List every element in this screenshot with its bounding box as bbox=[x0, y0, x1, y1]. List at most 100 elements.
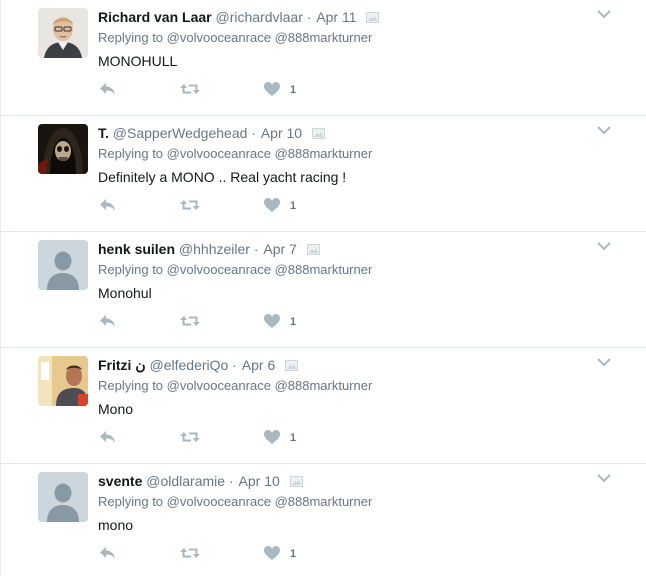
retweet-icon bbox=[180, 432, 200, 442]
default-avatar-icon bbox=[38, 472, 88, 522]
author-name[interactable]: Richard van Laar bbox=[98, 9, 212, 25]
heart-icon bbox=[264, 198, 280, 212]
avatar[interactable] bbox=[38, 240, 88, 290]
reply-button[interactable] bbox=[98, 544, 118, 564]
tweet[interactable]: T. @SapperWedgehead · Apr 10 Replying to… bbox=[1, 116, 646, 232]
chevron-down-icon[interactable] bbox=[596, 356, 612, 368]
heart-icon bbox=[264, 546, 280, 560]
replying-to-label: Replying to bbox=[98, 262, 164, 277]
reply-mention-volvooceanrace[interactable]: @volvooceanrace bbox=[167, 30, 271, 45]
reply-mention-volvooceanrace[interactable]: @volvooceanrace bbox=[167, 494, 271, 509]
reply-mention-volvooceanrace[interactable]: @volvooceanrace bbox=[167, 262, 271, 277]
default-avatar-icon bbox=[38, 240, 88, 290]
reply-mention-888markturner[interactable]: @888markturner bbox=[275, 378, 373, 393]
reply-mention-888markturner[interactable]: @888markturner bbox=[275, 494, 373, 509]
avatar[interactable] bbox=[38, 124, 88, 174]
tweet-header: Fritzi ن @elfederiQo · Apr 6 bbox=[98, 356, 299, 374]
retweet-button[interactable] bbox=[179, 196, 201, 216]
heart-icon bbox=[264, 82, 280, 96]
tweet-header: Richard van Laar @richardvlaar · Apr 11 bbox=[98, 8, 380, 26]
placeholder-image-icon bbox=[285, 360, 299, 371]
avatar[interactable] bbox=[38, 472, 88, 522]
separator: · bbox=[228, 473, 234, 489]
retweet-icon bbox=[180, 200, 200, 210]
tweet[interactable]: svente @oldlaramie · Apr 10 Replying to … bbox=[1, 464, 646, 576]
like-button[interactable]: 1 bbox=[263, 544, 296, 564]
retweet-icon bbox=[180, 548, 200, 558]
separator: · bbox=[232, 357, 237, 373]
tweet[interactable]: Fritzi ن @elfederiQo · Apr 6 Replying to… bbox=[1, 348, 646, 464]
separator: · bbox=[306, 9, 312, 25]
like-count: 1 bbox=[290, 316, 297, 328]
like-button[interactable]: 1 bbox=[263, 196, 296, 216]
like-button[interactable]: 1 bbox=[263, 428, 296, 448]
reply-button[interactable] bbox=[98, 312, 118, 332]
replying-to: Replying to @volvooceanrace @888markturn… bbox=[98, 494, 372, 510]
author-name[interactable]: T. bbox=[98, 125, 109, 141]
author-name[interactable]: svente bbox=[98, 473, 142, 489]
reply-icon bbox=[100, 315, 115, 327]
reply-mention-volvooceanrace[interactable]: @volvooceanrace bbox=[167, 378, 271, 393]
avatar[interactable] bbox=[38, 8, 88, 58]
retweet-button[interactable] bbox=[179, 80, 201, 100]
retweet-button[interactable] bbox=[179, 544, 201, 564]
like-count: 1 bbox=[290, 548, 297, 560]
timestamp[interactable]: Apr 7 bbox=[263, 241, 296, 257]
chevron-down-icon[interactable] bbox=[596, 124, 612, 136]
retweet-button[interactable] bbox=[179, 312, 201, 332]
replying-to-label: Replying to bbox=[98, 494, 164, 509]
chevron-down-icon[interactable] bbox=[596, 240, 612, 252]
timestamp[interactable]: Apr 11 bbox=[316, 9, 356, 25]
reply-mention-888markturner[interactable]: @888markturner bbox=[275, 146, 373, 161]
tweet-header: svente @oldlaramie · Apr 10 bbox=[98, 472, 303, 490]
replying-to: Replying to @volvooceanrace @888markturn… bbox=[98, 378, 372, 394]
tweet-header: henk suilen @hhhzeiler · Apr 7 bbox=[98, 240, 320, 258]
replying-to: Replying to @volvooceanrace @888markturn… bbox=[98, 262, 372, 278]
reply-mention-volvooceanrace[interactable]: @volvooceanrace bbox=[167, 146, 271, 161]
author-handle[interactable]: @elfederiQo bbox=[150, 357, 229, 373]
tweet[interactable]: henk suilen @hhhzeiler · Apr 7 Replying … bbox=[1, 232, 646, 348]
reply-mention-888markturner[interactable]: @888markturner bbox=[275, 262, 373, 277]
reply-icon bbox=[100, 431, 115, 443]
author-handle[interactable]: @oldlaramie bbox=[146, 473, 225, 489]
author-name[interactable]: Fritzi ن bbox=[98, 357, 146, 373]
timestamp[interactable]: Apr 6 bbox=[242, 357, 275, 373]
replying-to-label: Replying to bbox=[98, 146, 164, 161]
author-name[interactable]: henk suilen bbox=[98, 241, 175, 257]
replies-feed: Richard van Laar @richardvlaar · Apr 11 … bbox=[0, 0, 646, 576]
like-button[interactable]: 1 bbox=[263, 312, 296, 332]
chevron-down-icon[interactable] bbox=[596, 8, 612, 20]
reply-icon bbox=[100, 547, 115, 559]
timestamp[interactable]: Apr 10 bbox=[239, 473, 280, 489]
heart-icon bbox=[264, 314, 280, 328]
placeholder-image-icon bbox=[289, 476, 303, 487]
placeholder-image-icon bbox=[306, 244, 320, 255]
chevron-down-icon[interactable] bbox=[596, 472, 612, 484]
reply-mention-888markturner[interactable]: @888markturner bbox=[275, 30, 373, 45]
retweet-icon bbox=[180, 316, 200, 326]
like-button[interactable]: 1 bbox=[263, 80, 296, 100]
reply-button[interactable] bbox=[98, 80, 118, 100]
reply-button[interactable] bbox=[98, 196, 118, 216]
reply-icon bbox=[100, 83, 115, 95]
reply-button[interactable] bbox=[98, 428, 118, 448]
author-handle[interactable]: @SapperWedgehead bbox=[113, 125, 248, 141]
heart-icon bbox=[264, 430, 280, 444]
author-handle[interactable]: @hhhzeiler bbox=[179, 241, 250, 257]
separator: · bbox=[253, 241, 259, 257]
replying-to: Replying to @volvooceanrace @888markturn… bbox=[98, 30, 372, 46]
tweet-text: Monohul bbox=[98, 285, 152, 301]
avatar-photo-icon bbox=[38, 124, 88, 174]
reply-icon bbox=[100, 199, 115, 211]
replying-to: Replying to @volvooceanrace @888markturn… bbox=[98, 146, 372, 162]
placeholder-image-icon bbox=[366, 12, 380, 23]
timestamp[interactable]: Apr 10 bbox=[261, 125, 302, 141]
replying-to-label: Replying to bbox=[98, 378, 164, 393]
like-count: 1 bbox=[290, 200, 297, 212]
tweet-header: T. @SapperWedgehead · Apr 10 bbox=[98, 124, 325, 142]
avatar[interactable] bbox=[38, 356, 88, 406]
retweet-button[interactable] bbox=[179, 428, 201, 448]
tweet[interactable]: Richard van Laar @richardvlaar · Apr 11 … bbox=[1, 0, 646, 116]
author-handle[interactable]: @richardvlaar bbox=[216, 9, 303, 25]
avatar-photo-icon bbox=[38, 356, 88, 406]
